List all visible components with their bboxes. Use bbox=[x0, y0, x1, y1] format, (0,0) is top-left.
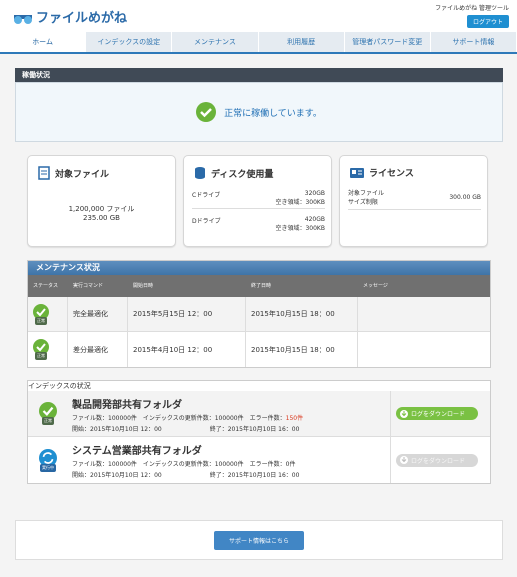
glasses-logo-icon bbox=[14, 14, 32, 24]
status-badge: 正常 bbox=[35, 352, 47, 360]
file-count: 1,200,000 ファイル bbox=[68, 205, 135, 213]
index-table: インデックスの状況 正常 製品開発部共有フォルダ ファイル数：100000件 イ… bbox=[27, 380, 491, 484]
folder-stats: ファイル数：100000件 インデックスの更新件数：100000件 エラー件数： bbox=[72, 461, 286, 468]
command-cell: 差分最適化 bbox=[68, 332, 128, 367]
app-title: ファイルめがね bbox=[36, 11, 128, 26]
footer: サポート情報はこちら bbox=[15, 520, 503, 560]
license-title: ライセンス bbox=[369, 169, 414, 179]
license-card-icon bbox=[350, 167, 364, 178]
document-icon bbox=[38, 166, 50, 180]
folder-name: システム営業部共有フォルダ bbox=[72, 446, 202, 457]
status-heading: 稼働状況 bbox=[15, 68, 503, 82]
maintenance-table: メンテナンス状況 ステータス 実行コマンド 開始日時 終了日時 メッセージ 正常… bbox=[27, 260, 491, 368]
disk-title: ディスク使用量 bbox=[211, 169, 274, 180]
c-drive-used: 320GB bbox=[304, 190, 325, 197]
folder-name: 製品開発部共有フォルダ bbox=[72, 400, 182, 411]
logout-button[interactable]: ログアウト bbox=[466, 15, 509, 28]
support-info-button[interactable]: サポート情報はこちら bbox=[213, 530, 304, 550]
d-drive-used: 420GB bbox=[304, 216, 325, 223]
download-icon bbox=[400, 456, 408, 464]
license-card: ライセンス 対象ファイル サイズ制限 300.00 GB bbox=[339, 155, 488, 247]
message-cell bbox=[358, 297, 490, 331]
status-badge: 実行中 bbox=[40, 463, 56, 472]
d-drive-free: 空き領域：300KB bbox=[275, 225, 325, 232]
table-row: 正常 差分最適化 2015年4月10日 12：00 2015年10月15日 18… bbox=[28, 332, 490, 367]
files-title: 対象ファイル bbox=[55, 169, 110, 180]
c-drive-free: 空き領域：300KB bbox=[275, 199, 325, 206]
tab-index-settings[interactable]: インデックスの設定 bbox=[86, 32, 173, 52]
tab-maintenance[interactable]: メンテナンス bbox=[172, 32, 259, 52]
files-card: 対象ファイル 1,200,000 ファイル 235.00 GB bbox=[27, 155, 176, 247]
file-size: 235.00 GB bbox=[83, 214, 120, 222]
download-log-button[interactable]: ログをダウンロード bbox=[396, 453, 478, 467]
start-cell: 2015年5月15日 12：00 bbox=[128, 297, 246, 331]
folder-times: 開始：2015年10月10日 12：00 終了：2015年10月10日 16：0… bbox=[72, 472, 300, 479]
header-message: メッセージ bbox=[363, 283, 388, 289]
command-cell: 完全最適化 bbox=[68, 297, 128, 331]
index-title: インデックスの状況 bbox=[28, 381, 490, 391]
main-nav: ホーム インデックスの設定 メンテナンス 利用履歴 管理者パスワード変更 サポー… bbox=[0, 32, 517, 54]
message-cell bbox=[358, 332, 490, 367]
table-row: 正常 完全最適化 2015年5月15日 12：00 2015年10月15日 18… bbox=[28, 297, 490, 332]
download-label: ログをダウンロード bbox=[411, 457, 466, 465]
license-label: 対象ファイル サイズ制限 bbox=[348, 190, 385, 206]
check-circle-icon bbox=[196, 102, 217, 122]
download-icon bbox=[400, 409, 408, 418]
error-count: 150件 bbox=[285, 415, 304, 422]
folder-stats: ファイル数：100000件 インデックスの更新件数：100000件 エラー件数： bbox=[72, 415, 286, 422]
header-end: 終了日時 bbox=[251, 283, 272, 289]
error-count: 0件 bbox=[285, 461, 296, 468]
logo[interactable]: ファイルめがね bbox=[14, 7, 127, 26]
end-cell: 2015年10月15日 18：00 bbox=[246, 297, 358, 331]
tab-home[interactable]: ホーム bbox=[0, 32, 87, 52]
folder-times: 開始：2015年10月10日 12：00 終了：2015年10月10日 16：0… bbox=[72, 426, 300, 433]
status-message: 正常に稼働しています。 bbox=[224, 108, 322, 119]
tab-history[interactable]: 利用履歴 bbox=[259, 32, 345, 52]
status-badge: 正常 bbox=[35, 316, 47, 325]
download-label: ログをダウンロード bbox=[411, 411, 466, 418]
list-item: 実行中 システム営業部共有フォルダ ファイル数：100000件 インデックスの更… bbox=[28, 437, 490, 483]
end-cell: 2015年10月15日 18：00 bbox=[246, 332, 358, 367]
header: ファイルめがね ファイルめがね 管理ツール ログアウト bbox=[0, 0, 517, 32]
list-item: 正常 製品開発部共有フォルダ ファイル数：100000件 インデックスの更新件数… bbox=[28, 391, 490, 437]
database-icon bbox=[195, 167, 205, 179]
tab-password[interactable]: 管理者パスワード変更 bbox=[345, 32, 431, 52]
header-start: 開始日時 bbox=[133, 283, 154, 289]
status-badge: 正常 bbox=[42, 417, 54, 425]
status-box: 正常に稼働しています。 bbox=[15, 82, 503, 142]
c-drive-label: Cドライブ bbox=[192, 192, 221, 199]
start-cell: 2015年4月10日 12：00 bbox=[128, 332, 246, 367]
download-log-button[interactable]: ログをダウンロード bbox=[396, 407, 478, 420]
tab-support[interactable]: サポート情報 bbox=[431, 32, 517, 52]
maintenance-title: メンテナンス状況 bbox=[28, 261, 490, 275]
header-status: ステータス bbox=[33, 283, 59, 289]
user-label: ファイルめがね 管理ツール bbox=[435, 5, 509, 12]
license-value: 300.00 GB bbox=[449, 193, 481, 201]
header-command: 実行コマンド bbox=[73, 283, 104, 289]
disk-card: ディスク使用量 Cドライブ 320GB 空き領域：300KB Dドライブ 420GB 空… bbox=[183, 155, 332, 247]
d-drive-label: Dドライブ bbox=[192, 218, 221, 225]
